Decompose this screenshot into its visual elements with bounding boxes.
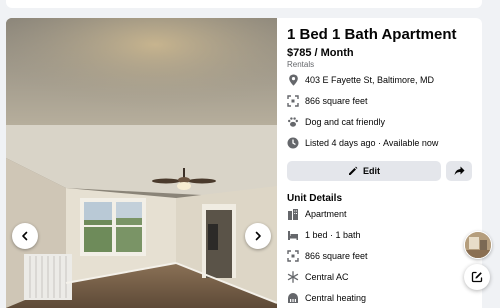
chat-head-avatar[interactable] [464,231,492,259]
unit-detail-item: Central AC [287,269,349,285]
snowflake-icon [287,271,299,283]
chevron-right-icon [255,231,261,241]
share-button[interactable] [446,161,472,181]
previous-card-edge [6,0,482,8]
pets-text: Dog and cat friendly [305,117,386,127]
listing-title: 1 Bed 1 Bath Apartment [287,26,457,43]
unit-detail-label: Apartment [305,209,347,219]
pencil-icon [349,166,358,175]
heating-icon [287,292,299,304]
unit-detail-label: Central AC [305,272,349,282]
listed-text: Listed 4 days ago · Available now [305,138,439,148]
pets-row: Dog and cat friendly [287,114,385,130]
chevron-left-icon [22,231,28,241]
listed-row: Listed 4 days ago · Available now [287,135,438,151]
bed-icon [287,229,299,241]
avatar-photo [465,232,491,258]
edit-button-label: Edit [363,166,380,176]
compose-icon [471,271,483,283]
clock-icon [287,137,299,149]
unit-detail-item: 1 bed · 1 bath [287,227,361,243]
building-icon [287,208,299,220]
unit-details-heading: Unit Details [287,193,343,204]
unit-detail-label: 866 square feet [305,251,368,261]
unit-detail-label: 1 bed · 1 bath [305,230,361,240]
unit-detail-item: Apartment [287,206,347,222]
listing-card: 1 Bed 1 Bath Apartment $785 / Month Rent… [6,18,482,308]
paw-icon [287,116,299,128]
address-row[interactable]: 403 E Fayette St, Baltimore, MD [287,72,434,88]
size-row: 866 square feet [287,93,368,109]
floor-plan-icon [287,95,299,107]
listing-price: $785 / Month [287,47,354,59]
location-pin-icon [287,74,299,86]
address-text: 403 E Fayette St, Baltimore, MD [305,75,435,85]
apartment-room-image [6,18,277,308]
new-message-button[interactable] [464,264,490,290]
size-text: 866 square feet [305,96,368,106]
listing-category[interactable]: Rentals [287,60,314,69]
ruler-icon [287,250,299,262]
listing-photo [6,18,277,308]
unit-detail-item: 866 square feet [287,248,368,264]
next-photo-button[interactable] [245,223,271,249]
unit-detail-item: Central heating [287,290,366,306]
unit-detail-label: Central heating [305,293,367,303]
previous-photo-button[interactable] [12,223,38,249]
share-arrow-icon [454,166,464,176]
edit-button[interactable]: Edit [287,161,441,181]
